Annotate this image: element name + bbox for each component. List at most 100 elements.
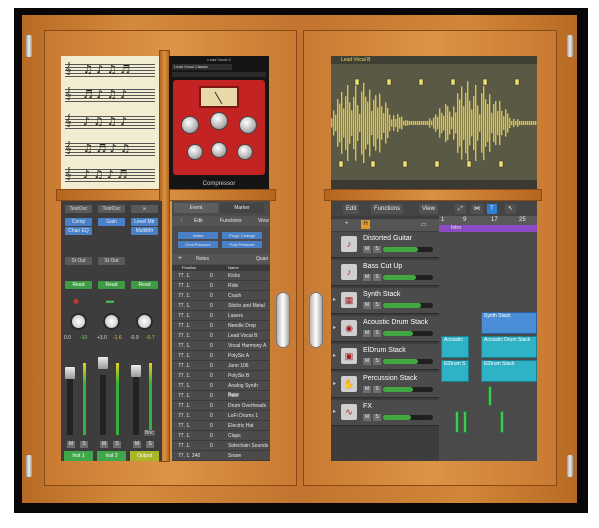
up-arrow-icon[interactable]: ↑: [180, 218, 183, 224]
right-handle[interactable]: [309, 292, 323, 348]
disclosure-triangle-icon[interactable]: ▸: [333, 296, 336, 303]
region-acoustic[interactable]: Acoustic: [441, 336, 469, 358]
flex-marker[interactable]: [482, 78, 488, 86]
track-header[interactable]: ▸ ◉ Acoustic Drum Stack M S: [331, 316, 439, 342]
view-menu[interactable]: View: [419, 204, 438, 214]
link-icon[interactable]: ∞: [131, 205, 158, 213]
bounce-button[interactable]: Bnc: [144, 430, 155, 436]
setting-button[interactable]: TestOsc: [65, 205, 92, 213]
automation-button[interactable]: Read: [65, 281, 92, 289]
ruler[interactable]: 1 9 17 25: [439, 216, 537, 225]
region-fx[interactable]: [463, 411, 467, 433]
add-track-icon[interactable]: +: [345, 221, 349, 227]
plugin-slot[interactable]: Level Mtr: [131, 218, 158, 226]
flex-marker[interactable]: [450, 78, 456, 86]
solo-button[interactable]: S: [373, 274, 381, 281]
mute-button[interactable]: M: [363, 386, 371, 393]
solo-button[interactable]: S: [373, 302, 381, 309]
automation-button[interactable]: Read: [98, 281, 125, 289]
disclosure-triangle-icon[interactable]: ▸: [333, 324, 336, 331]
mute-button[interactable]: M: [363, 358, 371, 365]
track-header[interactable]: ▸ ∿ FX M S: [331, 400, 439, 426]
region-synth-stack[interactable]: Synth Stack: [481, 312, 537, 334]
left-handle[interactable]: [276, 292, 290, 348]
pan-knob[interactable]: [103, 313, 120, 330]
region-eldrum-short[interactable]: ElDrum S: [441, 360, 469, 382]
makeup-knob[interactable]: [211, 142, 227, 158]
channel-name[interactable]: Output: [130, 451, 159, 461]
plugin-slot[interactable]: Chan EQ: [65, 227, 92, 235]
add-button[interactable]: +: [178, 255, 182, 262]
pointer-tool-icon[interactable]: ↖: [505, 204, 517, 214]
event-row[interactable]: 77. 1. 0 Ride: [172, 282, 270, 291]
solo-button[interactable]: S: [373, 414, 381, 421]
event-row[interactable]: 77. 1. 0 Lead Vocal B: [172, 332, 270, 341]
event-row[interactable]: 77. 1. 0 Vocal Harmony A: [172, 342, 270, 351]
solo-button[interactable]: S: [373, 386, 381, 393]
view-menu[interactable]: View: [258, 218, 269, 224]
region-fx[interactable]: [455, 411, 459, 433]
region-eldrum-stack[interactable]: ElDrum Stack: [481, 360, 537, 382]
flex-marker[interactable]: [434, 160, 440, 168]
hide-button[interactable]: H: [361, 220, 370, 229]
event-row[interactable]: 77. 1. 0 LoFi Drums 1: [172, 412, 270, 421]
output-slot[interactable]: St Out: [65, 257, 92, 265]
solo-button[interactable]: S: [373, 246, 381, 253]
functions-menu[interactable]: Functions: [220, 218, 242, 224]
mute-button[interactable]: M: [67, 441, 75, 448]
mute-button[interactable]: M: [363, 330, 371, 337]
event-row[interactable]: 77. 1. 0 Claps: [172, 432, 270, 441]
event-row[interactable]: 77. 1. 240 Snare: [172, 452, 270, 461]
event-row[interactable]: 77. 1. 0 Kicks: [172, 272, 270, 281]
edit-menu[interactable]: Edit: [194, 218, 203, 224]
automation-button[interactable]: Read: [131, 281, 158, 289]
zoom-icon[interactable]: ⋈: [471, 204, 483, 214]
output-knob[interactable]: [237, 144, 253, 160]
catch-icon[interactable]: T: [487, 204, 497, 214]
mute-button[interactable]: M: [363, 414, 371, 421]
event-row[interactable]: 77. 1. 0 Sticks and Metal: [172, 302, 270, 311]
fader-cap[interactable]: [131, 365, 141, 377]
pan-knob[interactable]: [136, 313, 153, 330]
event-row[interactable]: 77. 1. 0 Sidechain Sounds: [172, 442, 270, 451]
region-percussion[interactable]: [488, 386, 492, 406]
attack-knob[interactable]: [239, 116, 257, 134]
region-acoustic-drum-stack[interactable]: Acoustic Drum Stack: [481, 336, 537, 358]
fader-cap[interactable]: [65, 367, 75, 379]
event-row[interactable]: 77. 1. 0 Drum Overheads: [172, 402, 270, 411]
plugin-slot[interactable]: Gain: [98, 218, 125, 226]
disclosure-triangle-icon[interactable]: ▸: [333, 408, 336, 415]
volume-slider[interactable]: [383, 415, 433, 420]
volume-fader[interactable]: [65, 367, 75, 435]
channel-name[interactable]: Inst 2: [97, 451, 126, 461]
flex-marker[interactable]: [418, 78, 424, 86]
region-fx[interactable]: [500, 411, 504, 433]
marker-lane[interactable]: Intro: [439, 225, 537, 232]
track-header[interactable]: ▸ ✋ Percussion Stack M S: [331, 372, 439, 398]
filter-notes[interactable]: Notes: [178, 232, 218, 239]
event-row[interactable]: 77. 1. 0 Crash: [172, 292, 270, 301]
flex-marker[interactable]: [514, 78, 520, 86]
volume-slider[interactable]: [383, 331, 433, 336]
output-slot[interactable]: St Out: [98, 257, 125, 265]
ratio-knob[interactable]: [210, 112, 228, 130]
mute-button[interactable]: M: [363, 246, 371, 253]
tab-marker[interactable]: Marker: [220, 203, 264, 213]
flex-marker[interactable]: [338, 160, 344, 168]
release-knob[interactable]: [187, 144, 203, 160]
volume-slider[interactable]: [383, 303, 433, 308]
solo-button[interactable]: S: [373, 330, 381, 337]
global-tracks-icon[interactable]: ▭: [421, 221, 427, 228]
fader-cap[interactable]: [98, 357, 108, 369]
track-header[interactable]: ♪ Distorted Guitar M S: [331, 232, 439, 258]
volume-slider[interactable]: [383, 275, 433, 280]
flex-marker[interactable]: [498, 160, 504, 168]
mute-button[interactable]: M: [363, 302, 371, 309]
event-row[interactable]: 77. 1. 0 Hats: [172, 392, 270, 401]
threshold-knob[interactable]: [181, 116, 199, 134]
plugin-slot[interactable]: MultiMtr: [131, 227, 158, 235]
flex-marker[interactable]: [402, 160, 408, 168]
waveform-scrollbar[interactable]: [331, 180, 537, 189]
mute-button[interactable]: M: [133, 441, 141, 448]
plugin-slot[interactable]: Comp: [65, 218, 92, 226]
